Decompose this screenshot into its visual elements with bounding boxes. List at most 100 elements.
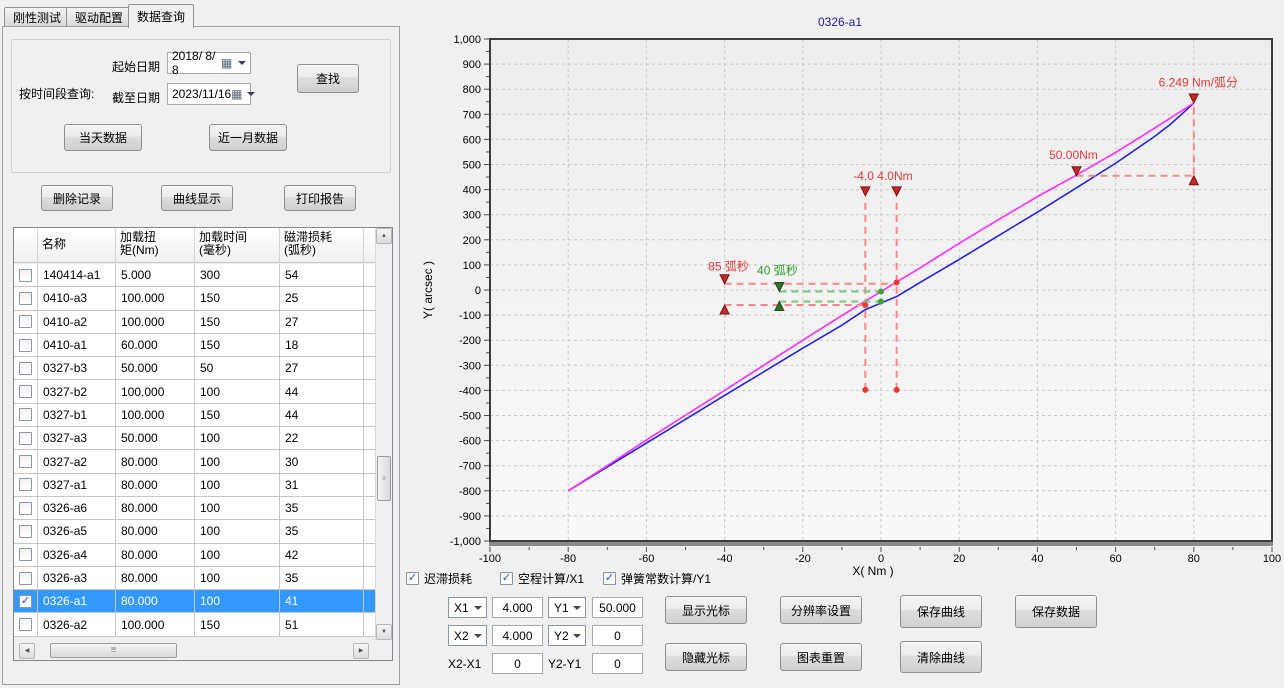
svg-text:60: 60 [1109,553,1121,565]
row-checkbox[interactable] [19,572,32,585]
cell-torque: 80.000 [116,450,195,472]
cell-torque: 50.000 [116,357,195,379]
chart-reset-button[interactable]: 图表重置 [780,643,862,671]
row-checkbox[interactable] [19,292,32,305]
table-row[interactable]: 0326-a680.00010035 [14,497,376,520]
clear-curve-button[interactable]: 清除曲线 [900,641,982,673]
cell-torque: 80.000 [116,474,195,496]
show-cursor-button[interactable]: 显示光标 [665,596,747,624]
horizontal-scrollbar[interactable]: ◀ 𝄙 ▶ [19,642,369,659]
table-row[interactable]: 0410-a2100.00015027 [14,311,376,334]
x2-value-field[interactable]: 4.000 [492,625,543,646]
row-checkbox[interactable] [19,408,32,421]
cell-hysteresis: 25 [280,287,364,309]
table-row[interactable]: 0327-a280.00010030 [14,450,376,473]
x2-select[interactable]: X2 [448,625,487,646]
start-date-picker[interactable]: 2018/ 8/ 8 ▦ [167,52,251,74]
y2-value-field[interactable]: 0 [592,625,643,646]
y2-y1-value-field[interactable]: 0 [592,653,643,674]
table-row[interactable]: 0410-a160.00015018 [14,334,376,357]
row-checkbox[interactable] [19,315,32,328]
table-row[interactable]: 0327-b2100.00010044 [14,380,376,403]
curve-display-button[interactable]: 曲线显示 [161,185,233,211]
table-row[interactable]: 0410-a3100.00015025 [14,287,376,310]
table-row[interactable]: 0326-a580.00010035 [14,520,376,543]
table-row[interactable]: 0327-a180.00010031 [14,474,376,497]
row-checkbox[interactable] [19,548,32,561]
svg-text:80: 80 [1188,553,1200,565]
row-checkbox-cell [14,287,38,309]
row-checkbox[interactable]: ✓ [19,595,32,608]
button-label: 图表重置 [797,649,845,666]
row-checkbox[interactable] [19,502,32,515]
y1-select[interactable]: Y1 [548,597,586,618]
chevron-down-icon[interactable] [238,61,246,69]
vertical-scroll-thumb[interactable]: ≡ [377,456,391,501]
scroll-down-icon[interactable]: ▼ [376,624,392,640]
end-date-label: 截至日期 [112,89,160,106]
row-checkbox-cell [14,404,38,426]
row-checkbox[interactable] [19,432,32,445]
row-checkbox[interactable] [19,618,32,631]
scroll-right-icon[interactable]: ▶ [353,643,369,659]
row-checkbox[interactable] [19,362,32,375]
table-row[interactable]: 0326-a380.00010035 [14,567,376,590]
row-checkbox[interactable] [19,269,32,282]
table-row[interactable]: ✓0326-a180.00010041 [14,590,376,613]
svg-text:400: 400 [463,185,481,197]
end-date-picker[interactable]: 2023/11/16 ▦ [167,83,251,105]
checkbox-icon[interactable]: ✓ [603,572,616,585]
table-row[interactable]: 0327-b350.0005027 [14,357,376,380]
y2-select[interactable]: Y2 [548,625,586,646]
table-row[interactable]: 0326-a480.00010042 [14,544,376,567]
cell-name: 0410-a3 [38,287,116,309]
data-query-panel: 按时间段查询: 起始日期 2018/ 8/ 8 ▦ 截至日期 2023/11/1… [2,26,400,685]
x1-value-field[interactable]: 4.000 [492,597,543,618]
checkbox-label: 空程计算/X1 [518,570,584,587]
vertical-scrollbar[interactable]: ▲ ≡ ▼ [375,228,392,640]
table-row[interactable]: 0326-a2100.00015051 [14,613,376,636]
checkbox-icon[interactable]: ✓ [406,572,419,585]
y1-value-field[interactable]: 50.000 [592,597,643,618]
row-checkbox[interactable] [19,455,32,468]
cell-time: 100 [195,450,280,472]
x1-select[interactable]: X1 [448,597,487,618]
table-row[interactable]: 140414-a15.00030054 [14,264,376,287]
row-checkbox[interactable] [19,525,32,538]
row-checkbox-cell: ✓ [14,590,38,612]
last-month-data-button[interactable]: 近一月数据 [209,124,287,151]
tab-drive-config[interactable]: 驱动配置 [66,7,132,27]
hide-cursor-button[interactable]: 隐藏光标 [665,643,747,671]
x2-x1-value-field[interactable]: 0 [492,653,543,674]
table-row[interactable]: 0327-a350.00010022 [14,427,376,450]
search-button[interactable]: 查找 [297,64,359,93]
select-label: X1 [454,601,469,615]
scroll-left-icon[interactable]: ◀ [19,643,35,659]
checkbox-hysteresis[interactable]: ✓ 迟滞损耗 [406,570,472,587]
checkbox-backlash-x1[interactable]: ✓ 空程计算/X1 [500,570,584,587]
chevron-down-icon[interactable] [247,92,255,100]
print-report-button[interactable]: 打印报告 [284,185,356,211]
save-curve-button[interactable]: 保存曲线 [900,595,982,628]
table-row[interactable]: 0327-b1100.00015044 [14,404,376,427]
today-data-button[interactable]: 当天数据 [64,124,142,151]
horizontal-scroll-thumb[interactable]: 𝄙 [50,643,177,658]
checkbox-icon[interactable]: ✓ [500,572,513,585]
tab-stiffness-test[interactable]: 刚性测试 [4,7,70,27]
cell-name: 0327-a2 [38,450,116,472]
cell-time: 150 [195,334,280,356]
svg-text:600: 600 [463,134,481,146]
tab-data-query[interactable]: 数据查询 [128,4,194,28]
button-label: 分辨率设置 [791,602,851,619]
delete-record-button[interactable]: 删除记录 [41,185,113,211]
row-checkbox[interactable] [19,385,32,398]
row-checkbox[interactable] [19,339,32,352]
row-checkbox[interactable] [19,478,32,491]
save-data-button[interactable]: 保存数据 [1015,595,1097,628]
svg-text:40: 40 [1031,553,1043,565]
resolution-settings-button[interactable]: 分辨率设置 [780,596,862,624]
scroll-up-icon[interactable]: ▲ [376,228,392,244]
annotation-label: 6.249 Nm/弧分 [1159,76,1238,90]
checkbox-spring-constant-y1[interactable]: ✓ 弹簧常数计算/Y1 [603,570,711,587]
stiffness-chart[interactable]: -100-80-60-40-200204060801001,0009008007… [408,0,1284,580]
